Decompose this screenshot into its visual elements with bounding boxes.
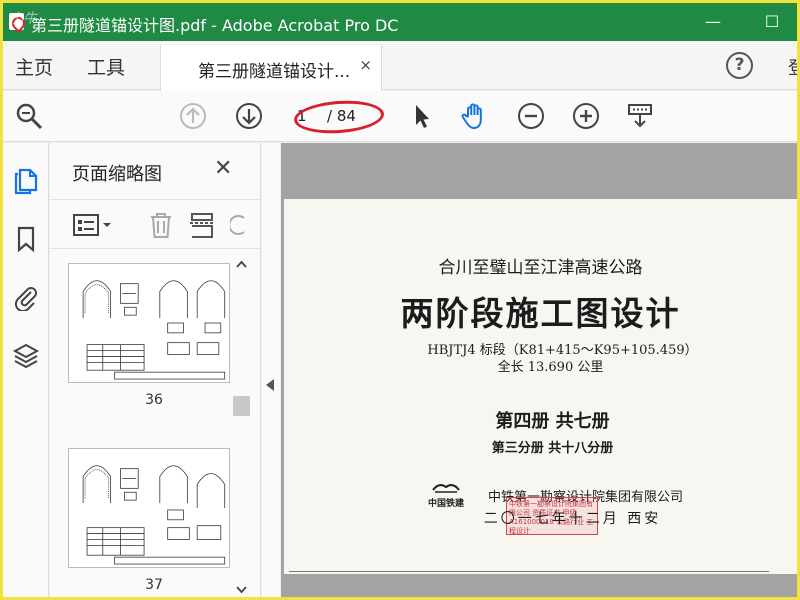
menu-bar: 主页 工具 第三册隧道锚设计... × ? 登: [3, 41, 797, 91]
panel-title: 页面缩略图: [72, 164, 162, 185]
minimize-button[interactable]: —: [700, 9, 726, 35]
collapse-arrow-icon[interactable]: [266, 379, 274, 391]
scrollbar-thumb[interactable]: [233, 396, 250, 416]
total-length: 全长 13.690 公里: [497, 360, 604, 375]
insert-page-icon[interactable]: [188, 210, 216, 240]
delete-page-icon[interactable]: [147, 210, 175, 240]
toolbar: 1 / 84: [3, 91, 797, 142]
document-tab[interactable]: 第三册隧道锚设计... ×: [160, 45, 382, 91]
layers-icon[interactable]: [12, 341, 40, 369]
next-page-icon[interactable]: [234, 101, 264, 131]
thumbnail-page-number: 36: [145, 392, 163, 408]
options-menu-icon[interactable]: [72, 212, 112, 238]
thumbnail-toolbar: [50, 199, 261, 249]
zoom-in-icon[interactable]: [571, 101, 601, 131]
document-viewer[interactable]: 合川至璧山至江津高速公路 两阶段施工图设计 HBJTJ4 标段（K81+415～…: [281, 143, 797, 597]
date-location: 二〇一七年十二月 西安: [483, 511, 662, 527]
project-name: 合川至璧山至江津高速公路: [438, 258, 643, 278]
select-cursor-icon[interactable]: [407, 101, 437, 131]
document-title: 两阶段施工图设计: [400, 294, 681, 333]
acrobat-window: 第三册隧道锚设计图.pdf - Adobe Acrobat Pro DC 小牛 …: [0, 0, 800, 600]
thumbnail-page-37[interactable]: [68, 448, 230, 568]
page-thumbnails-icon[interactable]: [12, 167, 40, 195]
document-tab-label: 第三册隧道锚设计...: [198, 62, 351, 82]
previous-page-icon[interactable]: [178, 101, 208, 131]
subvolume-info: 第三分册 共十八分册: [491, 441, 614, 456]
maximize-button[interactable]: ☐: [759, 9, 785, 35]
rotate-page-icon[interactable]: [230, 210, 246, 240]
title-bar: 第三册隧道锚设计图.pdf - Adobe Acrobat Pro DC 小牛 …: [3, 3, 797, 41]
sign-in-link[interactable]: 登: [788, 54, 797, 80]
tab-home[interactable]: 主页: [15, 53, 53, 80]
pdf-page: 合川至璧山至江津高速公路 两阶段施工图设计 HBJTJ4 标段（K81+415～…: [284, 199, 797, 574]
tab-tools[interactable]: 工具: [87, 53, 125, 80]
page-display-icon[interactable]: [625, 101, 655, 131]
hand-tool-icon[interactable]: [460, 101, 490, 131]
volume-info: 第四册 共七册: [495, 411, 610, 432]
page-separator: [289, 571, 769, 572]
help-button[interactable]: ?: [726, 52, 753, 79]
thumbnails-panel: 页面缩略图 ✕ 36 37: [50, 143, 261, 597]
document-tab-close-icon[interactable]: ×: [359, 56, 372, 74]
watermark: 小牛: [9, 11, 37, 27]
scroll-down-icon[interactable]: [235, 584, 248, 596]
attachment-icon[interactable]: [12, 283, 40, 311]
thumbnail-scrollbar[interactable]: [233, 258, 250, 597]
thumbnail-page-36[interactable]: [68, 263, 230, 383]
panel-collapse-handle[interactable]: [262, 143, 280, 597]
scroll-up-icon[interactable]: [235, 258, 248, 270]
zoom-out-icon[interactable]: [516, 101, 546, 131]
panel-close-icon[interactable]: ✕: [214, 156, 232, 181]
zoom-search-icon[interactable]: [14, 101, 44, 131]
bookmark-icon[interactable]: [12, 225, 40, 253]
left-rail: [3, 143, 49, 597]
window-title: 第三册隧道锚设计图.pdf - Adobe Acrobat Pro DC: [31, 16, 399, 35]
thumbnail-page-number: 37: [145, 577, 163, 593]
